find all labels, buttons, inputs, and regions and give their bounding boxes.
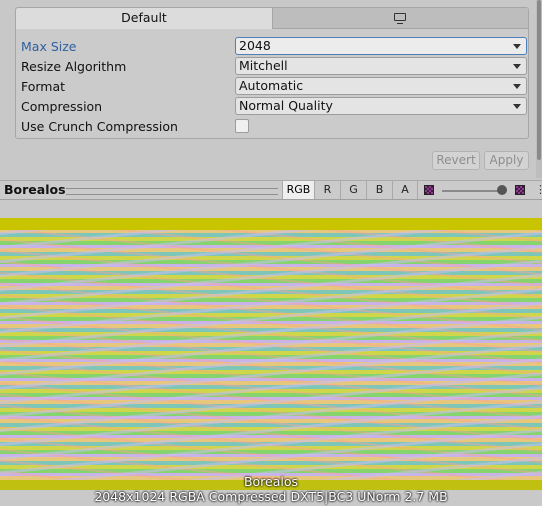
format-row: Format Automatic	[21, 77, 527, 97]
import-settings-panel: Default Max Size 2048 Resize Algorithm M…	[0, 0, 536, 178]
more-options-icon[interactable]: ⋮	[535, 183, 542, 197]
compression-value: Normal Quality	[239, 98, 333, 113]
resize-algorithm-row: Resize Algorithm Mitchell	[21, 57, 527, 77]
mip-level-slider[interactable]	[442, 190, 502, 192]
format-value: Automatic	[239, 78, 304, 93]
resize-algorithm-label: Resize Algorithm	[21, 59, 127, 74]
texture-name-caption: Borealos	[243, 474, 299, 489]
settings-scrollbar[interactable]	[536, 0, 542, 178]
mip-low-icon	[424, 185, 434, 195]
max-size-row: Max Size 2048	[21, 37, 527, 57]
chevron-down-icon	[513, 44, 521, 49]
texture-info-caption: 2048x1024 RGBA Compressed DXT5|BC3 UNorm…	[94, 489, 448, 504]
channel-r-button[interactable]: R	[314, 181, 340, 199]
format-dropdown[interactable]: Automatic	[235, 77, 527, 95]
chevron-down-icon	[513, 104, 521, 109]
channel-g-button[interactable]: G	[340, 181, 366, 199]
preview-toolbar: Borealos RGB R G B A ⋮	[0, 180, 542, 200]
chevron-down-icon	[513, 84, 521, 89]
max-size-label: Max Size	[21, 39, 77, 54]
crunch-compression-checkbox[interactable]	[235, 119, 249, 133]
preview-title: Borealos	[4, 182, 66, 197]
channel-a-button[interactable]: A	[392, 181, 418, 199]
crunch-compression-label: Use Crunch Compression	[21, 119, 178, 134]
channel-rgb-button[interactable]: RGB	[282, 181, 314, 199]
tab-default-label: Default	[121, 10, 167, 25]
format-label: Format	[21, 79, 66, 94]
max-size-value: 2048	[239, 38, 271, 53]
resize-algorithm-value: Mitchell	[239, 58, 288, 73]
chevron-down-icon	[513, 64, 521, 69]
compression-dropdown[interactable]: Normal Quality	[235, 97, 527, 115]
crunch-compression-row: Use Crunch Compression	[21, 117, 527, 137]
platform-settings-box: Default Max Size 2048 Resize Algorithm M…	[15, 7, 529, 139]
revert-button[interactable]: Revert	[432, 151, 480, 170]
mip-slider-handle[interactable]	[497, 185, 507, 195]
drag-handle[interactable]	[66, 188, 278, 195]
texture-preview-area: Borealos 2048x1024 RGBA Compressed DXT5|…	[0, 200, 542, 506]
compression-label: Compression	[21, 99, 103, 114]
texture-image	[0, 218, 542, 490]
apply-button[interactable]: Apply	[484, 151, 529, 170]
tab-standalone[interactable]	[273, 8, 528, 29]
tab-default[interactable]: Default	[16, 8, 273, 29]
mip-high-icon	[515, 185, 525, 195]
compression-row: Compression Normal Quality	[21, 97, 527, 117]
scrollbar-thumb[interactable]	[537, 0, 541, 160]
monitor-icon	[394, 13, 406, 24]
max-size-dropdown[interactable]: 2048	[235, 37, 527, 55]
texture-top-band	[0, 218, 542, 230]
resize-algorithm-dropdown[interactable]: Mitchell	[235, 57, 527, 75]
channel-b-button[interactable]: B	[366, 181, 392, 199]
